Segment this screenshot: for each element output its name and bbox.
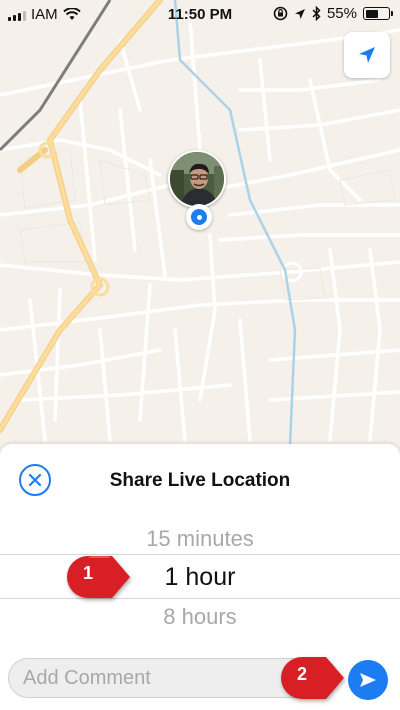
sheet-title: Share Live Location (109, 470, 291, 491)
battery-percent: 55% (326, 5, 357, 22)
callout-label: 1 (82, 563, 93, 583)
picker-divider (0, 554, 400, 555)
map-view[interactable] (0, 0, 400, 445)
battery-level (365, 9, 378, 18)
duration-option-selected[interactable]: 1 hour (0, 563, 400, 592)
picker-divider (0, 598, 400, 599)
user-location-dot-icon (186, 204, 212, 230)
battery-icon (363, 7, 393, 20)
send-button[interactable] (348, 660, 388, 700)
send-arrow-icon (360, 673, 376, 687)
status-bar: IAM 11:50 PM 55% (0, 0, 400, 28)
avatar[interactable] (168, 150, 226, 208)
status-right: 55% (273, 5, 393, 22)
bluetooth-icon (312, 6, 321, 21)
duration-option[interactable]: 15 minutes (0, 526, 400, 552)
locate-me-icon (359, 47, 375, 63)
duration-picker[interactable]: 15 minutes 1 hour 8 hours (0, 514, 400, 644)
orientation-lock-icon (273, 6, 288, 21)
callout-label: 2 (296, 664, 307, 684)
location-arrow-icon (294, 8, 305, 19)
locate-me-button[interactable] (344, 32, 390, 78)
duration-option[interactable]: 8 hours (0, 604, 400, 630)
callout-badge: 2 (280, 655, 346, 701)
callout-badge: 1 (66, 554, 132, 600)
